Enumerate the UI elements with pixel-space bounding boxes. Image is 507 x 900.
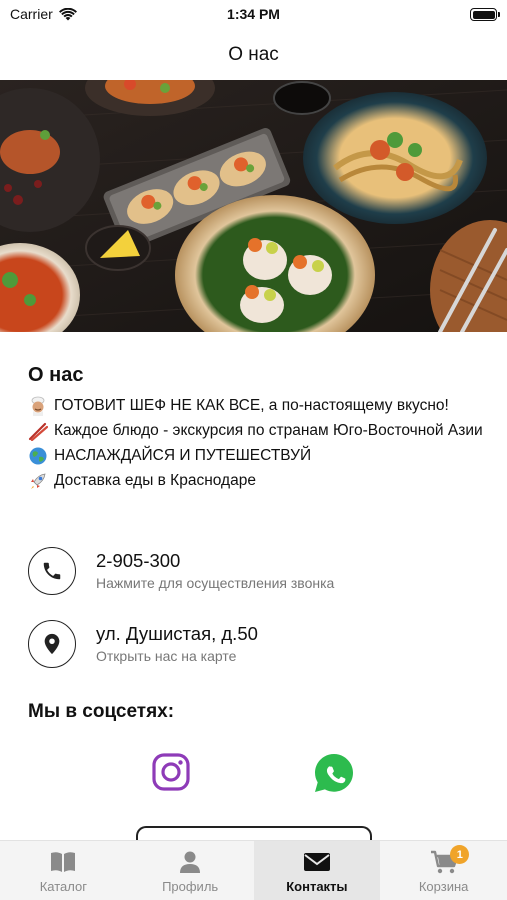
cart-badge: 1: [450, 845, 470, 864]
location-pin-icon[interactable]: [28, 620, 76, 668]
battery-icon: [470, 8, 500, 21]
envelope-icon: [303, 849, 331, 875]
about-line: ГОТОВИТ ШЕФ НЕ КАК ВСЕ, а по-настоящему …: [28, 393, 488, 418]
food-photo-illustration: [0, 80, 507, 332]
phone-number[interactable]: 2-905-300: [96, 550, 334, 572]
tab-cart[interactable]: 1 Корзина: [380, 841, 507, 900]
social-title: Мы в соцсетях:: [28, 701, 175, 722]
tab-label: Профиль: [162, 879, 219, 894]
page-title: О нас: [228, 44, 279, 65]
about-line-text: НАСЛАЖДАЙСЯ И ПУТЕШЕСТВУЙ: [54, 447, 312, 464]
tab-profile[interactable]: Профиль: [127, 841, 254, 900]
chef-emoji-icon: [28, 393, 54, 418]
person-icon: [178, 849, 202, 875]
about-line: Доставка еды в Краснодаре: [28, 468, 488, 493]
instagram-icon[interactable]: [151, 752, 191, 792]
phone-contact-row[interactable]: 2-905-300 Нажмите для осуществления звон…: [28, 545, 468, 597]
about-section: О нас ГОТОВИТ ШЕФ НЕ КАК ВСЕ, а по-насто…: [28, 364, 488, 493]
about-line-text: Доставка еды в Краснодаре: [54, 472, 256, 489]
rocket-emoji-icon: [28, 468, 54, 493]
book-icon: [49, 849, 77, 875]
about-line: Каждое блюдо - экскурсия по странам Юго-…: [28, 418, 488, 443]
address-text[interactable]: ул. Душистая, д.50: [96, 623, 258, 645]
tab-catalog[interactable]: Каталог: [0, 841, 127, 900]
tab-bar: Каталог Профиль Контакты 1 Корзина: [0, 840, 507, 900]
phone-icon[interactable]: [28, 547, 76, 595]
tab-contacts[interactable]: Контакты: [253, 841, 381, 900]
tab-label: Каталог: [39, 879, 87, 894]
about-line-text: ГОТОВИТ ШЕФ НЕ КАК ВСЕ, а по-настоящему …: [54, 397, 449, 414]
hero-food-image: [0, 80, 507, 332]
navigation-bar: О нас: [0, 30, 507, 80]
about-line-text: Каждое блюдо - экскурсия по странам Юго-…: [54, 422, 483, 439]
about-line: НАСЛАЖДАЙСЯ И ПУТЕШЕСТВУЙ: [28, 443, 488, 468]
whatsapp-icon[interactable]: [313, 752, 353, 792]
phone-hint: Нажмите для осуществления звонка: [96, 575, 335, 591]
tab-label: Контакты: [286, 879, 348, 894]
address-text-group: ул. Душистая, д.50 Открыть нас на карте: [96, 623, 258, 665]
phone-text-group: 2-905-300 Нажмите для осуществления звон…: [96, 550, 334, 592]
address-contact-row[interactable]: ул. Душистая, д.50 Открыть нас на карте: [28, 618, 468, 670]
globe-emoji-icon: [28, 443, 54, 468]
status-bar: Carrier 1:34 PM: [0, 0, 507, 30]
chopsticks-emoji-icon: [28, 418, 54, 443]
status-time: 1:34 PM: [227, 6, 280, 22]
about-title: О нас: [28, 364, 84, 386]
address-hint: Открыть нас на карте: [96, 648, 237, 664]
tab-label: Корзина: [418, 879, 469, 894]
